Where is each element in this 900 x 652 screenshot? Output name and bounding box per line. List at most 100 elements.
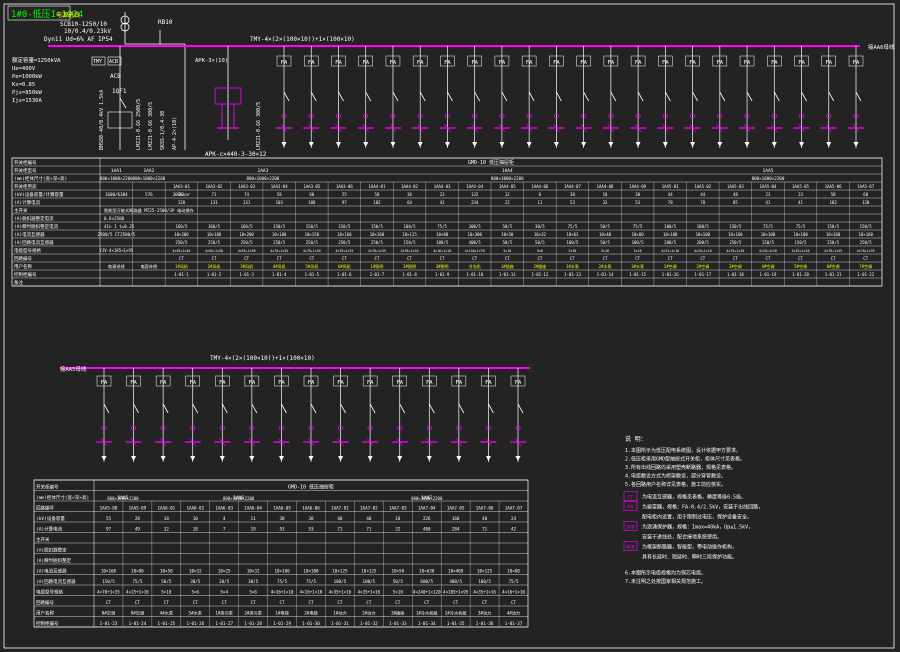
- table-cell: CT: [440, 256, 445, 261]
- fa-label: FA: [662, 60, 669, 66]
- fa-label: FA: [308, 60, 315, 66]
- table-cell: 1#水泵: [566, 263, 579, 269]
- table-cell: 10×40: [599, 232, 612, 237]
- table-cell: 4In 1 t=0.25: [104, 224, 135, 229]
- fa-label: FA: [249, 380, 256, 386]
- table-cell: CT: [212, 256, 217, 261]
- table-cell: 1AA5-03: [727, 184, 744, 189]
- table-cell: 150/5: [306, 224, 319, 229]
- row-label: (kV)设备容量/计算容量: [14, 191, 64, 198]
- table-cell: 50/5: [161, 579, 172, 584]
- table-cell: 4×70+1×35: [303, 249, 321, 253]
- table-cell: 4×70+1×35: [270, 249, 288, 253]
- group-size: 800×1000×2200: [247, 176, 280, 181]
- table-cell: 2#排污泵: [244, 610, 262, 617]
- table-cell: CT: [280, 600, 286, 605]
- table-cell: 1AA6-06: [302, 506, 320, 511]
- table-cell: 1-01-1: [174, 272, 189, 277]
- table-cell: 30/5: [190, 579, 201, 584]
- fa-label: FA: [825, 60, 832, 66]
- table-cell: 160/5: [208, 224, 221, 229]
- note-line: 2.低压柜采用GMD型抽屉式开关柜，柜体尺寸见表格。: [625, 456, 745, 463]
- group-label: 1AA1: [111, 168, 122, 174]
- table-cell: CT: [831, 256, 836, 261]
- table-cell: 1-01-15: [629, 272, 646, 277]
- group-usage: 1600/6384: [105, 192, 128, 197]
- row-label: 电缆型号规格: [14, 247, 41, 254]
- table-cell: 226: [423, 516, 431, 521]
- table-cell: 250/5: [208, 240, 221, 245]
- table-cell: 3#动力: [478, 610, 491, 617]
- table-cell: 5×4: [220, 590, 228, 595]
- table-cell: 1#照明: [371, 264, 384, 269]
- row-label: 用户名称: [14, 263, 32, 270]
- electrical-schematic: 1#0-低压I-1024 电源进线 SCB10-1250/10 10/0.4/0…: [0, 0, 900, 652]
- table-cell: 58: [831, 192, 836, 197]
- table-cell: 2#插座: [533, 263, 546, 269]
- table-cell: 64: [407, 200, 412, 205]
- table-cell: 1-01-22: [857, 272, 874, 277]
- table-cell: 74: [244, 192, 249, 197]
- table-cell: 150/5: [729, 224, 742, 229]
- note-line: 3.所有出线回路均采用塑壳断路器，规格见表格。: [625, 464, 736, 471]
- table-cell: 30: [570, 192, 575, 197]
- table-cell: 100/5: [436, 240, 449, 245]
- table-cell: 32: [164, 527, 170, 532]
- fa-label: FA: [417, 60, 424, 66]
- table-cell: 1AA5-08: [100, 506, 118, 511]
- table-cell: 5×6: [537, 249, 543, 253]
- table-cell: 19: [251, 527, 257, 532]
- table-cell: CT: [482, 600, 488, 605]
- svg-text:APK-3×(10): APK-3×(10): [195, 58, 228, 64]
- table-cell: 131: [243, 200, 251, 205]
- table-cell: 10×300: [467, 232, 482, 237]
- fa-label: FA: [390, 60, 397, 66]
- table-cell: 100/5: [566, 240, 579, 245]
- table-cell: 75/5: [763, 224, 773, 229]
- qf-label: 1QF1: [112, 88, 127, 95]
- fa-label: FA: [499, 60, 506, 66]
- table-cell: CT: [179, 256, 184, 261]
- table-cell: 53: [280, 527, 286, 532]
- table-cell: 1-01-18: [727, 272, 744, 277]
- table-cell: 250/5: [338, 240, 351, 245]
- table-cell: 50/5: [600, 240, 610, 245]
- table-cell: 7#空调: [859, 263, 872, 269]
- spec-line: Ue=400V: [12, 66, 36, 72]
- table-cell: 1-01-2: [207, 272, 222, 277]
- table-cell: 18: [395, 516, 401, 521]
- bottom-bus-label: TMY-4×(2×(100×10))+1×(100×10): [210, 355, 315, 362]
- table-cell: CT: [277, 256, 282, 261]
- table-cell: 1-01-30: [302, 621, 320, 626]
- table-cell: 1AA6-03: [215, 506, 233, 511]
- table-cell: CT: [309, 256, 314, 261]
- table-cell: 120: [862, 200, 870, 205]
- table-cell: 1-01-9: [435, 272, 450, 277]
- table-cell: 234: [471, 200, 479, 205]
- table-cell: 49: [135, 527, 141, 532]
- table-cell: 44: [700, 192, 705, 197]
- fa-label: FA: [278, 380, 285, 386]
- table-cell: 5×6: [191, 590, 199, 595]
- table-cell: 30/5: [535, 224, 545, 229]
- table-cell: CT: [537, 256, 542, 261]
- fa-label: FA: [189, 380, 196, 386]
- note-line: 7.未注明之处按国家相关规范施工。: [625, 578, 706, 585]
- table-cell: 11: [537, 200, 542, 205]
- row-label: (A)计算电流: [36, 526, 63, 533]
- table-cell: 5×10: [503, 249, 511, 253]
- table-cell: 2#动力: [362, 610, 375, 617]
- table-cell: 1-01-7: [370, 272, 385, 277]
- legend-text: 具有长延时、短延时、瞬时三段保护功能。: [642, 554, 737, 561]
- row-label: (A)计算电流: [14, 199, 41, 206]
- table-cell: 10×100: [696, 232, 711, 237]
- fa-label: FA: [219, 380, 226, 386]
- table-cell: 1-01-25: [158, 621, 176, 626]
- table-cell: 18: [164, 516, 170, 521]
- table-cell: 68: [863, 192, 868, 197]
- table-cell: 2#风机: [208, 263, 221, 269]
- table-cell: 1-01-24: [129, 621, 147, 626]
- table-cell: 4×70+1×35: [368, 249, 386, 253]
- table-cell: CT: [700, 256, 705, 261]
- table-cell: 58: [375, 192, 380, 197]
